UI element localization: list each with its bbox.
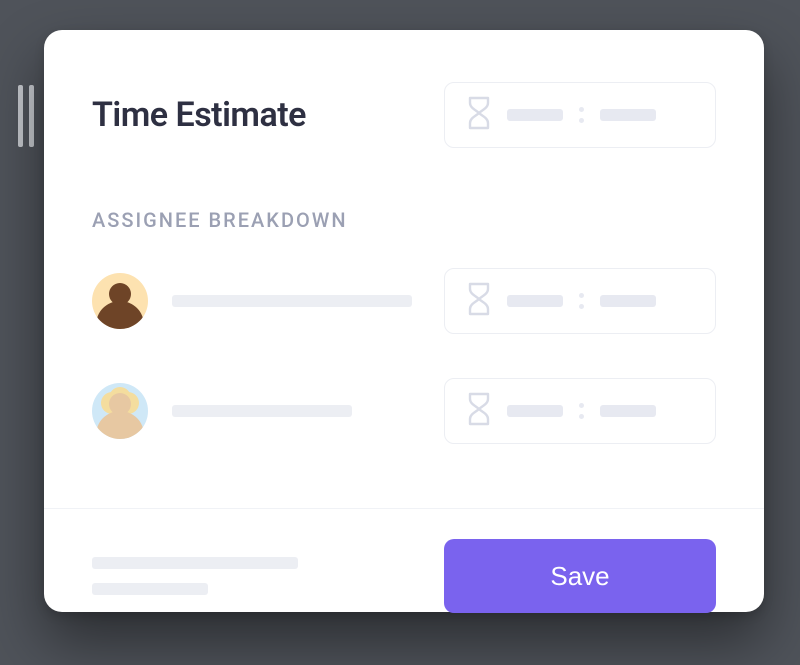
minutes-placeholder[interactable] (600, 295, 656, 307)
total-time-input[interactable] (444, 82, 716, 148)
time-fields (507, 107, 697, 123)
time-separator (579, 293, 584, 309)
hourglass-icon (467, 392, 491, 430)
footer-line-1 (92, 557, 298, 569)
footer-summary (92, 557, 298, 595)
background-decoration (18, 85, 34, 147)
save-button[interactable]: Save (444, 539, 716, 613)
minutes-placeholder[interactable] (600, 405, 656, 417)
footer-line-2 (92, 583, 208, 595)
assignee-time-input[interactable] (444, 268, 716, 334)
assignee-row (92, 378, 716, 444)
hourglass-icon (467, 96, 491, 134)
time-estimate-dialog: Time Estimate ASSIGNEE BREAKDOWN (44, 30, 764, 612)
dialog-title: Time Estimate (92, 95, 306, 135)
assignee-info (92, 383, 352, 439)
assignee-name-placeholder (172, 405, 352, 417)
assignee-name-placeholder (172, 295, 412, 307)
time-separator (579, 403, 584, 419)
time-fields (507, 403, 697, 419)
time-fields (507, 293, 697, 309)
hours-placeholder[interactable] (507, 295, 563, 307)
assignee-row (92, 268, 716, 334)
assignee-info (92, 273, 412, 329)
assignee-time-input[interactable] (444, 378, 716, 444)
avatar (92, 273, 148, 329)
minutes-placeholder[interactable] (600, 109, 656, 121)
hours-placeholder[interactable] (507, 405, 563, 417)
hourglass-icon (467, 282, 491, 320)
breakdown-section-label: ASSIGNEE BREAKDOWN (92, 208, 716, 232)
dialog-header: Time Estimate (92, 82, 716, 148)
time-separator (579, 107, 584, 123)
hours-placeholder[interactable] (507, 109, 563, 121)
avatar (92, 383, 148, 439)
dialog-footer: Save (44, 508, 764, 651)
